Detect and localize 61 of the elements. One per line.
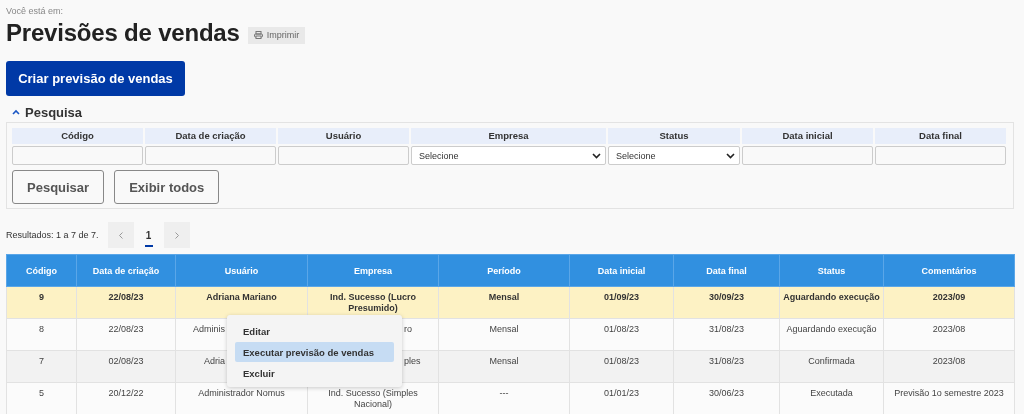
input-field[interactable] — [875, 146, 1006, 165]
chevron-left-icon — [118, 231, 123, 239]
filter-label: Data inicial — [742, 128, 873, 144]
next-button[interactable] — [163, 222, 190, 248]
table-cell: Aguardando execução — [779, 286, 884, 319]
table-cell: 01/08/23 — [569, 318, 674, 351]
table-cell: --- — [438, 382, 570, 414]
table-cell: 5 — [6, 382, 77, 414]
table-cell: Confirmada — [779, 350, 884, 383]
filter-label: Código — [12, 128, 143, 144]
chevron-down-icon — [592, 152, 601, 159]
table-cell: 01/01/23 — [569, 382, 674, 414]
search-button[interactable]: Exibir todos — [114, 170, 220, 204]
table-cell: Previsão 1o semestre 2023 — [883, 382, 1015, 414]
filter-label: Data de criação — [145, 128, 276, 144]
filter-label: Empresa — [411, 128, 606, 144]
select-field[interactable]: Selecione — [608, 146, 740, 165]
table-cell: 22/08/23 — [76, 286, 176, 319]
printer-icon — [253, 31, 263, 39]
chevron-down-icon — [726, 152, 735, 159]
input-field[interactable] — [12, 146, 143, 165]
table-cell: Executada — [779, 382, 884, 414]
table-cell: 30/09/23 — [673, 286, 780, 319]
table-cell: 8 — [6, 318, 77, 351]
filter-label: Usuário — [278, 128, 409, 144]
table-cell: 7 — [6, 350, 77, 383]
table-cell: 31/08/23 — [673, 318, 780, 351]
select-value: Selecione — [419, 150, 459, 161]
table-cell: 9 — [6, 286, 77, 319]
table-cell: 30/06/23 — [673, 382, 780, 414]
table-cell: 2023/08 — [883, 350, 1015, 383]
table-cell: 20/12/22 — [76, 382, 176, 414]
select-field[interactable]: Selecione — [411, 146, 606, 165]
chevron-right-icon — [174, 231, 179, 239]
breadcrumb-label: Você está em: — [6, 6, 65, 16]
table-cell: Mensal — [438, 318, 570, 351]
table-cell: 22/08/23 — [76, 318, 176, 351]
filter-label: Status — [608, 128, 740, 144]
table-cell: Aguardando execução — [779, 318, 884, 351]
input-field[interactable] — [145, 146, 276, 165]
print-button[interactable]: Imprimir — [247, 26, 306, 44]
table-cell: 31/08/23 — [673, 350, 780, 383]
input-field[interactable] — [278, 146, 409, 165]
table-cell: 01/09/23 — [569, 286, 674, 319]
table-cell: 01/08/23 — [569, 350, 674, 383]
filter-label: Data final — [875, 128, 1006, 144]
input-field[interactable] — [742, 146, 873, 165]
search-toggle[interactable]: Pesquisa — [6, 104, 83, 120]
previous-button[interactable] — [107, 222, 134, 248]
table-cell: Mensal — [438, 286, 570, 319]
page-button[interactable]: 1 — [133, 222, 164, 248]
menu-item[interactable]: Executar previsão de vendas — [235, 342, 394, 362]
table-cell: 02/08/23 — [76, 350, 176, 383]
results-summary: Resultados: 1 a 7 de 7. — [6, 230, 99, 240]
select-value: Selecione — [616, 150, 656, 161]
table-cell: Mensal — [438, 350, 570, 383]
create-button[interactable]: Criar previsão de vendas — [6, 61, 185, 96]
page-title: Previsões de vendas — [6, 19, 240, 47]
table-cell: 2023/08 — [883, 318, 1015, 351]
search-button[interactable]: Pesquisar — [12, 170, 105, 204]
table-cell: 2023/09 — [883, 286, 1015, 319]
